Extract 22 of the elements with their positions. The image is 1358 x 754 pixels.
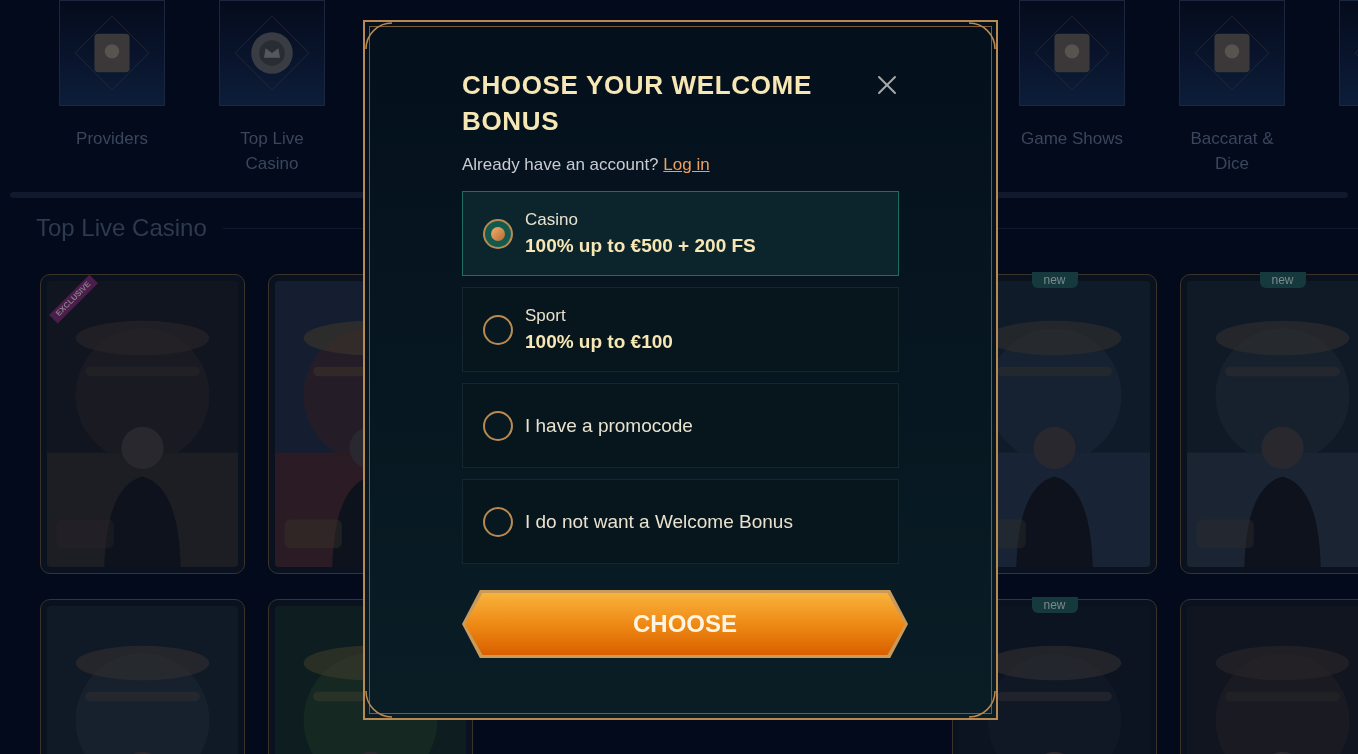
option-offer: 100% up to €500 + 200 FS [525, 234, 756, 258]
option-offer: I have a promocode [525, 414, 693, 438]
dialog-title: CHOOSE YOUR WELCOME BONUS [462, 69, 813, 138]
new-badge: new [1031, 272, 1078, 288]
category-label[interactable]: Game Shows [1017, 126, 1127, 151]
option-offer: I do not want a Welcome Bonus [525, 510, 793, 534]
bonus-option[interactable]: Casino 100% up to €500 + 200 FS [462, 191, 899, 276]
category-label[interactable]: Top Live Casino [217, 126, 327, 176]
game-card[interactable]: new [1180, 274, 1358, 574]
option-label: Casino [525, 209, 579, 231]
option-offer: 100% up to €100 [525, 330, 673, 354]
option-label: Sport [525, 305, 567, 327]
login-link[interactable]: Log in [663, 155, 710, 174]
account-prompt: Already have an account? [462, 155, 659, 174]
new-badge: new [1031, 597, 1078, 613]
category-label[interactable]: Providers [57, 126, 167, 151]
new-badge: new [1259, 272, 1306, 288]
bonus-option[interactable]: I do not want a Welcome Bonus [462, 479, 899, 564]
choose-button[interactable]: CHOOSE [462, 590, 908, 658]
bonus-option[interactable]: I have a promocode [462, 383, 899, 468]
category-label[interactable]: Baccarat & Dice [1177, 126, 1287, 176]
bonus-option[interactable]: Sport 100% up to €100 [462, 287, 899, 372]
